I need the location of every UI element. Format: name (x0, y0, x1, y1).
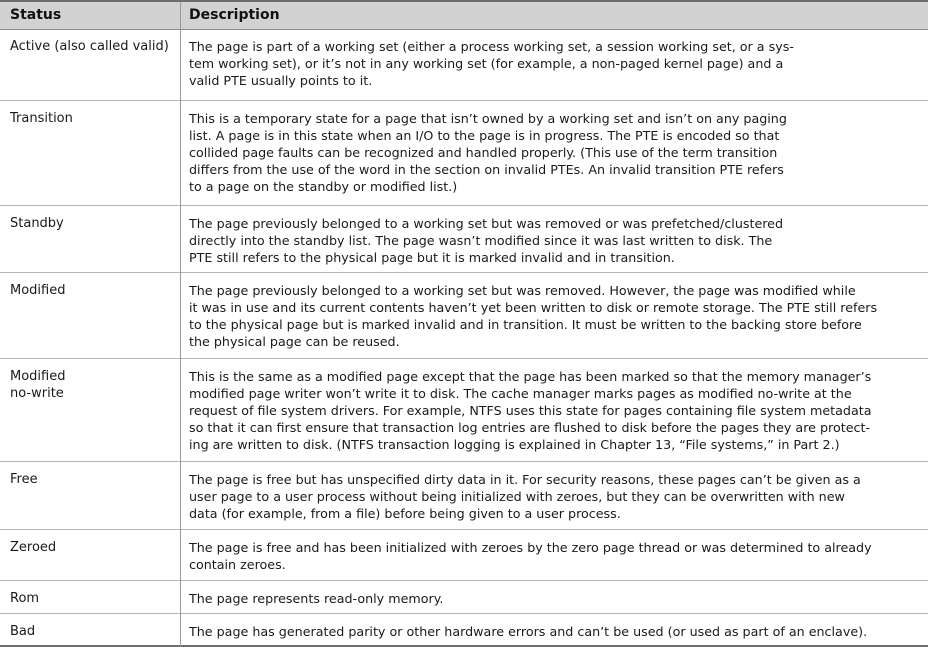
description-line: PTE still refers to the physical page bu… (189, 250, 675, 266)
description-line: This is a temporary state for a page tha… (189, 111, 787, 126)
column-divider (180, 2, 181, 647)
status-cell: Modified no-write (10, 369, 66, 401)
table-row: Rom The page represents read-only memory… (0, 581, 928, 614)
description-line: contain zeroes. (189, 557, 286, 573)
description-line: to a page on the standby or modified lis… (189, 179, 458, 195)
description-cell: The page is free but has unspecified dir… (189, 471, 919, 522)
status-cell: Zeroed (10, 540, 57, 555)
status-cell: Rom (10, 591, 40, 606)
description-cell: The page previously belonged to a workin… (189, 215, 919, 266)
description-line: The page is free but has unspecified dir… (189, 472, 861, 487)
status-cell: Free (10, 472, 38, 487)
description-cell: The page is part of a working set (eithe… (189, 38, 919, 89)
description-line: The page previously belonged to a workin… (189, 283, 856, 298)
description-cell: The page is free and has been initialize… (189, 539, 919, 573)
description-line: differs from the use of the word in the … (189, 162, 784, 178)
description-line: The page is free and has been initialize… (189, 540, 872, 555)
description-line: list. A page is in this state when an I/… (189, 128, 780, 144)
description-line: The page is part of a working set (eithe… (189, 39, 794, 54)
description-line: tem working set), or it’s not in any wor… (189, 56, 784, 72)
description-cell: This is a temporary state for a page tha… (189, 110, 919, 195)
page-status-table: Status Description Active (also called v… (0, 0, 928, 647)
status-cell: Active (also called valid) (10, 39, 169, 54)
table-row: Transition This is a temporary state for… (0, 101, 928, 206)
description-cell: The page represents read-only memory. (189, 590, 919, 607)
header-status: Status (10, 7, 62, 23)
status-cell: Bad (10, 624, 36, 639)
table-header: Status Description (0, 2, 928, 30)
description-line: to the physical page but is marked inval… (189, 317, 862, 333)
table-row: Modified no-write This is the same as a … (0, 359, 928, 462)
description-cell: This is the same as a modified page exce… (189, 368, 919, 453)
description-line: request of file system drivers. For exam… (189, 403, 872, 419)
table-row: Bad The page has generated parity or oth… (0, 614, 928, 647)
table-row: Free The page is free but has unspecifie… (0, 462, 928, 530)
description-line: data (for example, from a file) before b… (189, 506, 621, 522)
description-line: valid PTE usually points to it. (189, 73, 373, 89)
description-line: ing are written to disk. (NTFS transacti… (189, 437, 840, 453)
status-cell: Standby (10, 216, 64, 231)
description-line: The page represents read-only memory. (189, 591, 444, 606)
description-line: collided page faults can be recognized a… (189, 145, 778, 161)
status-cell: Transition (10, 111, 73, 126)
description-line: The page has generated parity or other h… (189, 624, 868, 639)
description-line: modified page writer won’t write it to d… (189, 386, 852, 402)
description-cell: The page previously belonged to a workin… (189, 282, 919, 350)
description-line: the physical page can be reused. (189, 334, 400, 350)
description-cell: The page has generated parity or other h… (189, 623, 919, 640)
description-line: directly into the standby list. The page… (189, 233, 773, 249)
header-description: Description (189, 7, 280, 23)
description-line: The page previously belonged to a workin… (189, 216, 784, 231)
table-row: Zeroed The page is free and has been ini… (0, 530, 928, 581)
status-cell: Modified (10, 283, 66, 298)
table-row: Modified The page previously belonged to… (0, 273, 928, 359)
description-line: it was in use and its current contents h… (189, 300, 878, 316)
description-line: so that it can first ensure that transac… (189, 420, 871, 436)
table-row: Standby The page previously belonged to … (0, 206, 928, 273)
description-line: user page to a user process without bein… (189, 489, 845, 505)
description-line: This is the same as a modified page exce… (189, 369, 872, 384)
table-row: Active (also called valid) The page is p… (0, 29, 928, 101)
